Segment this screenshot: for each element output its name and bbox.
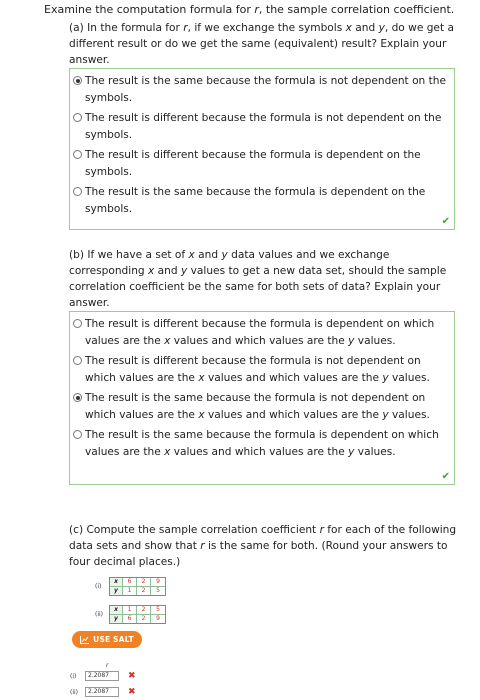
option-label-mid: values and which values are the	[204, 371, 383, 384]
radio-icon[interactable]	[73, 113, 82, 122]
radio-icon[interactable]	[73, 319, 82, 328]
part-a-option-3[interactable]: The result is different because the form…	[70, 147, 448, 180]
table-label: (ii)	[95, 611, 104, 618]
y-cell: 6	[123, 615, 137, 623]
part-a-question: (a) In the formula for r, if we exchange…	[69, 20, 461, 68]
x-cell: 5	[151, 606, 165, 615]
part-b-q-and: and	[194, 249, 222, 261]
x-cell: 2	[137, 578, 151, 587]
answer-label: (i)	[70, 672, 77, 680]
incorrect-x-icon: ✖	[128, 671, 136, 681]
radio-selected-icon[interactable]	[73, 76, 82, 85]
answer-label: (ii)	[70, 688, 79, 696]
part-b-option-3[interactable]: The result is the same because the formu…	[70, 390, 448, 423]
y-cell: 5	[156, 587, 160, 594]
option-label-end: values.	[388, 408, 430, 421]
y-cell: 9	[156, 615, 160, 622]
answer-row-ii: (ii) 2.2087 ✖	[70, 687, 136, 697]
answer-input-ii[interactable]: 2.2087	[85, 687, 119, 697]
part-b-option-4[interactable]: The result is the same because the formu…	[70, 427, 448, 460]
part-b-options-box: The result is different because the form…	[69, 311, 455, 485]
part-b-option-1[interactable]: The result is different because the form…	[70, 316, 448, 349]
option-label: The result is different because the form…	[85, 149, 421, 178]
option-label-end: values.	[354, 445, 396, 458]
part-a-q-mid: , if we exchange the symbols	[187, 22, 346, 34]
part-b-q-pre: (b) If we have a set of	[69, 249, 189, 261]
part-a-option-1[interactable]: The result is the same because the formu…	[70, 73, 448, 106]
option-label-end: values.	[354, 334, 396, 347]
incorrect-x-icon: ✖	[128, 687, 136, 697]
part-a-option-4[interactable]: The result is the same because the formu…	[70, 184, 448, 217]
salt-label: USE SALT	[93, 635, 134, 644]
part-c-q-pre: (c) Compute the sample correlation coeff…	[69, 524, 320, 536]
part-b-q-and2: and	[154, 265, 181, 277]
option-label: The result is different because the form…	[85, 112, 442, 141]
x-cell: 6	[123, 578, 137, 587]
part-a-q-pre: (a) In the formula for	[69, 22, 184, 34]
option-label-mid: values and which values are the	[170, 334, 349, 347]
x-cell: 2	[137, 606, 151, 615]
part-c-question: (c) Compute the sample correlation coeff…	[69, 522, 461, 570]
y-header: y	[110, 587, 123, 595]
option-label: The result is the same because the formu…	[85, 75, 447, 104]
part-a-q-and: and	[351, 22, 379, 34]
data-grid: x 6 2 9 y 1 2 5	[109, 577, 166, 596]
part-a-option-2[interactable]: The result is different because the form…	[70, 110, 448, 143]
intro-post: , the sample correlation coefficient.	[258, 3, 455, 16]
data-table-ii: (ii) x 1 2 5 y 6 2 9	[95, 605, 166, 624]
radio-icon[interactable]	[73, 356, 82, 365]
table-label: (i)	[95, 583, 102, 590]
salt-chart-icon	[80, 635, 90, 644]
radio-selected-icon[interactable]	[73, 393, 82, 402]
correct-check-icon: ✔	[441, 471, 450, 482]
radio-icon[interactable]	[73, 430, 82, 439]
answer-row-i: (i) 2.2087 ✖	[70, 671, 136, 681]
data-grid: x 1 2 5 y 6 2 9	[109, 605, 166, 624]
data-table-i: (i) x 6 2 9 y 1 2 5	[95, 577, 166, 596]
y-cell: 2	[137, 615, 151, 623]
x-cell: 9	[151, 578, 165, 587]
radio-icon[interactable]	[73, 150, 82, 159]
correct-check-icon: ✔	[441, 216, 450, 227]
answer-input-i[interactable]: 2.2087	[85, 671, 119, 681]
option-label: The result is the same because the formu…	[85, 186, 426, 215]
use-salt-button[interactable]: USE SALT	[72, 631, 142, 648]
x-cell: 1	[123, 606, 137, 615]
part-b-question: (b) If we have a set of x and y data val…	[69, 247, 461, 311]
part-b-option-2[interactable]: The result is different because the form…	[70, 353, 448, 386]
option-label-end: values.	[388, 371, 430, 384]
y-cell: 1	[123, 587, 137, 595]
r-column-header: r	[106, 662, 109, 669]
option-label-mid: values and which values are the	[204, 408, 383, 421]
option-label-mid: values and which values are the	[170, 445, 349, 458]
x-header: x	[110, 578, 123, 587]
x-header: x	[110, 606, 123, 615]
y-header: y	[110, 615, 123, 623]
y-cell: 2	[137, 587, 151, 595]
intro-pre: Examine the computation formula for	[44, 3, 255, 16]
radio-icon[interactable]	[73, 187, 82, 196]
question-page: Examine the computation formula for r , t…	[0, 0, 480, 700]
intro-text: Examine the computation formula for r, t…	[44, 2, 474, 18]
part-a-options-box: The result is the same because the formu…	[69, 68, 455, 230]
